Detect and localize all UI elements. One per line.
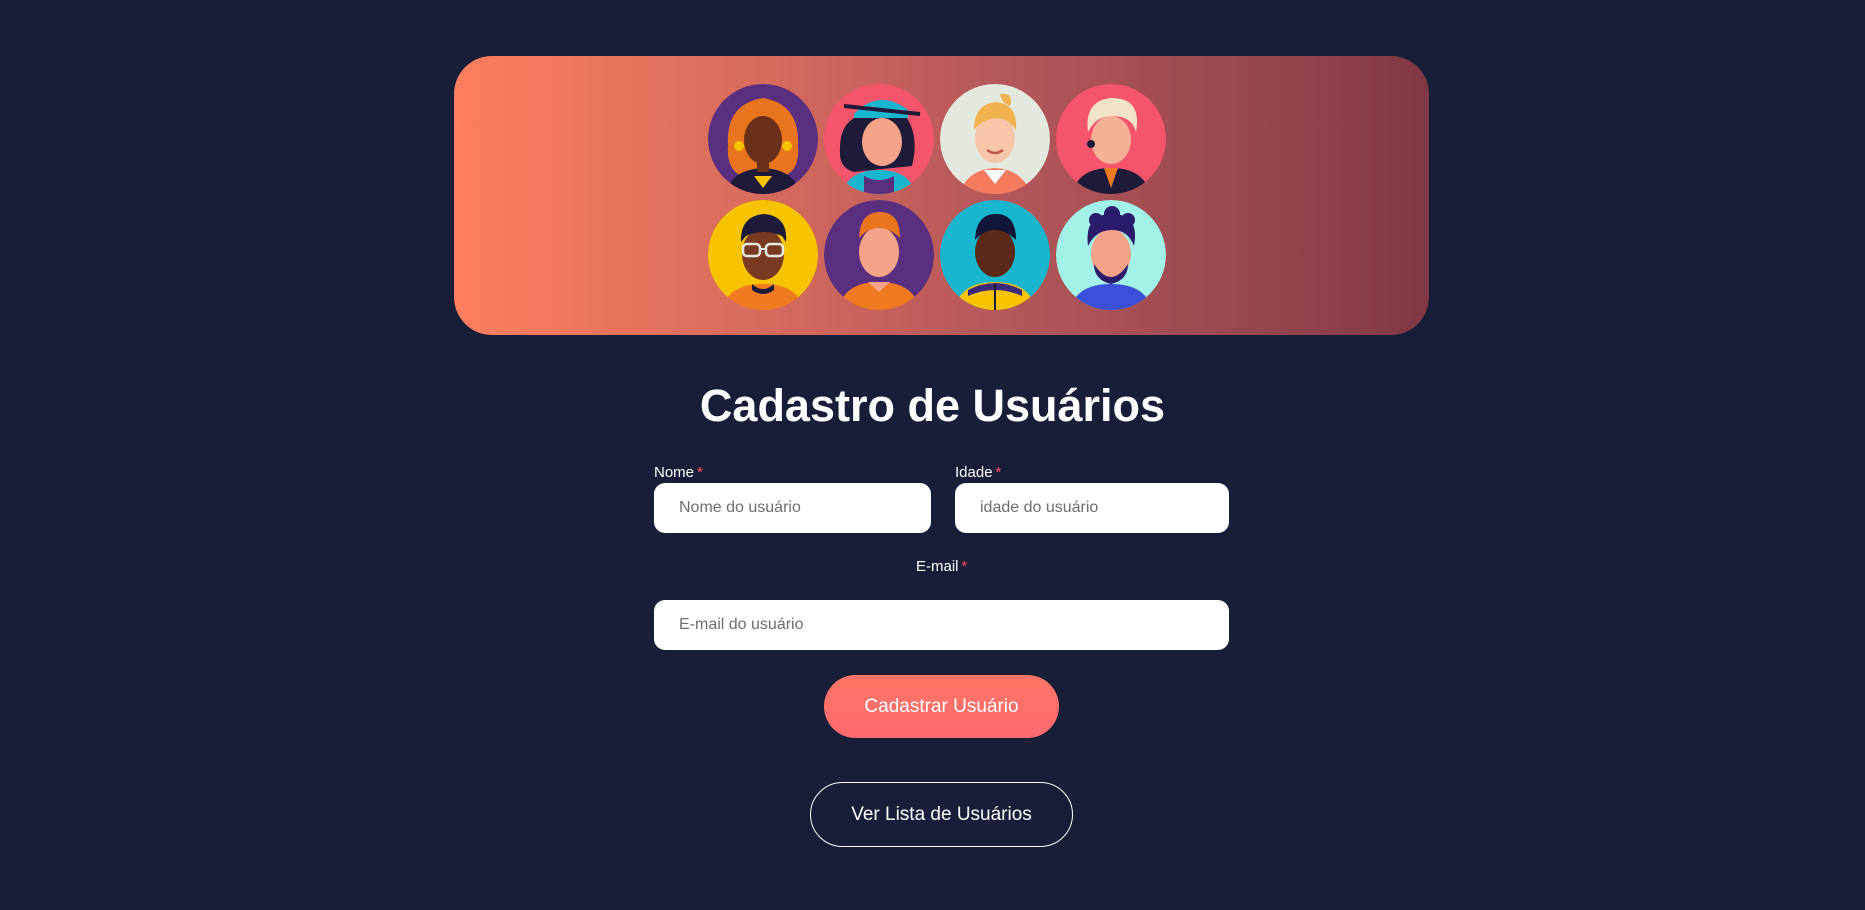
avatar-ginger-man-icon <box>824 200 934 310</box>
idade-input[interactable] <box>955 483 1229 533</box>
idade-label-text: Idade <box>955 464 993 481</box>
view-user-list-button[interactable]: Ver Lista de Usuários <box>810 782 1073 847</box>
nome-input[interactable] <box>654 483 931 533</box>
email-input[interactable] <box>654 600 1229 650</box>
avatar-glasses-man-icon <box>708 200 818 310</box>
email-label-text: E-mail <box>916 558 959 575</box>
email-label: E-mail * <box>916 558 967 576</box>
page-title: Cadastro de Usuários <box>699 380 1166 431</box>
idade-label: Idade * <box>955 464 1001 482</box>
avatar-bearded-man-icon <box>1056 200 1166 310</box>
register-user-button[interactable]: Cadastrar Usuário <box>824 675 1059 738</box>
nome-label: Nome * <box>654 464 703 482</box>
avatar-dark-man-icon <box>940 200 1050 310</box>
page: Cadastro de Usuários Nome* Idade* E-mail… <box>0 0 1865 910</box>
nome-label-text: Nome <box>654 464 695 481</box>
avatar-blonde-woman-icon <box>940 84 1050 194</box>
avatar-cap-woman-icon <box>824 84 934 194</box>
required-mark: * <box>961 558 968 575</box>
avatar-white-hair-man-icon <box>1056 84 1166 194</box>
header-banner <box>454 56 1429 335</box>
required-mark: * <box>697 464 703 481</box>
avatar-curly-hair-woman-icon <box>708 84 818 194</box>
required-mark: * <box>995 464 1002 481</box>
